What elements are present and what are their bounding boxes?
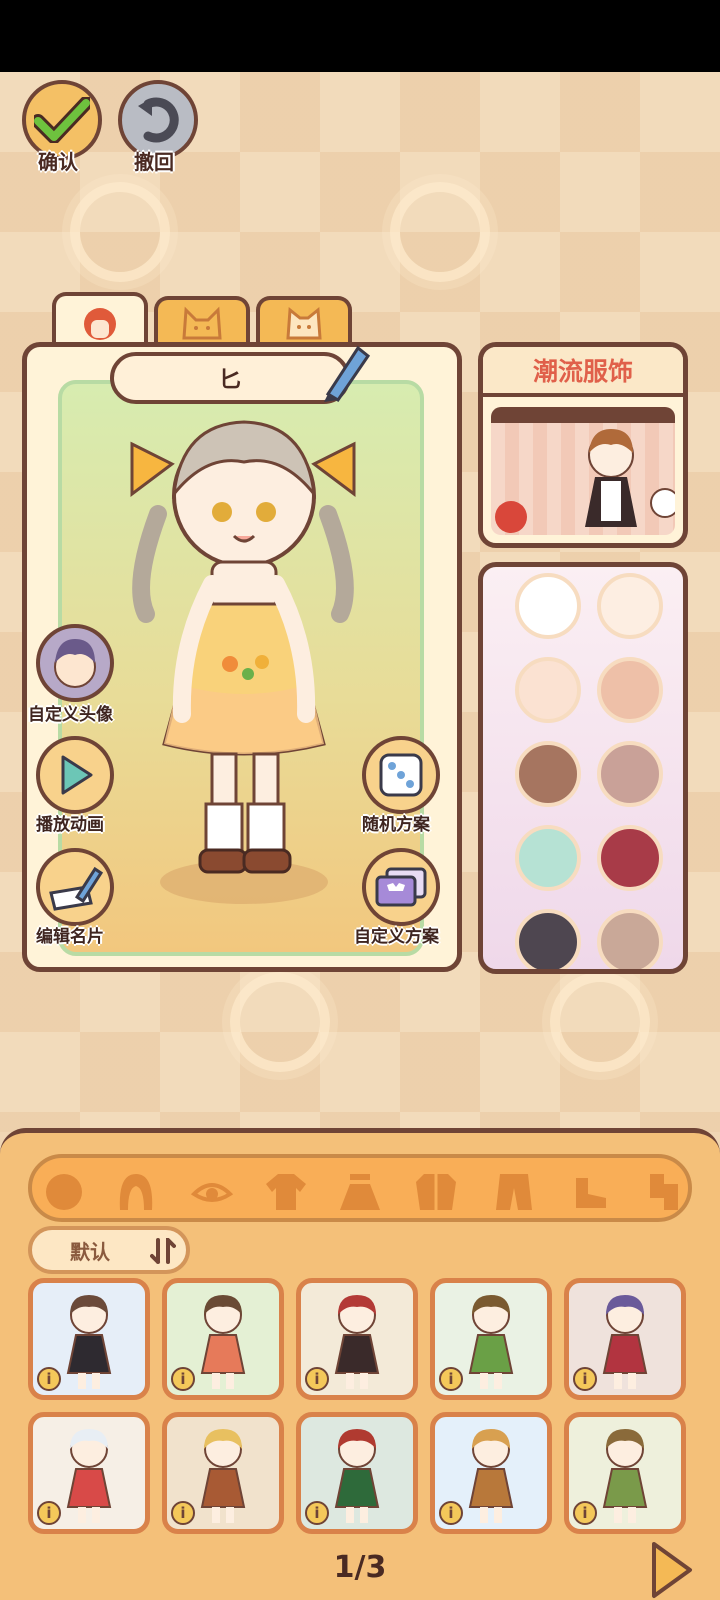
sort-button[interactable]: 默认 [28, 1226, 190, 1274]
accessory-icon[interactable] [644, 1170, 688, 1214]
cat-icon [182, 306, 222, 340]
outfit-preview [602, 1429, 648, 1523]
undo-label: 撤回 [134, 150, 174, 174]
character-name: 匕 [218, 368, 241, 393]
outfit-preview [200, 1295, 246, 1389]
tab-character[interactable] [52, 292, 148, 348]
edit-card-button[interactable] [36, 848, 114, 926]
category-bar [28, 1154, 692, 1222]
pants-icon[interactable] [492, 1170, 536, 1214]
outfit-info-icon[interactable]: i [171, 1501, 195, 1525]
outfit-card[interactable]: i [296, 1412, 418, 1534]
play-animation-label: 播放动画 [36, 815, 104, 835]
outfit-preview [66, 1295, 112, 1389]
edit-card-icon [49, 866, 103, 911]
skirt-icon[interactable] [338, 1170, 382, 1214]
outfit-card[interactable]: i [296, 1278, 418, 1400]
color-swatch[interactable] [597, 909, 663, 969]
wardrobe-cards-icon [375, 867, 427, 907]
sun-decoration [70, 182, 170, 282]
sun-decoration [390, 182, 490, 282]
outfit-preview [468, 1295, 514, 1389]
random-outfit-button[interactable] [362, 736, 440, 814]
outfit-card[interactable]: i [162, 1412, 284, 1534]
outfit-info-icon[interactable]: i [573, 1367, 597, 1391]
confirm-label: 确认 [38, 150, 78, 174]
custom-outfit-label: 自定义方案 [354, 927, 439, 947]
color-swatch[interactable] [515, 825, 581, 891]
outfit-preview [334, 1295, 380, 1389]
play-animation-button[interactable] [36, 736, 114, 814]
outfit-info-icon[interactable]: i [37, 1501, 61, 1525]
color-swatch[interactable] [515, 657, 581, 723]
skin-color-palette [478, 562, 688, 974]
outfit-preview [468, 1429, 514, 1523]
custom-avatar-button[interactable] [36, 624, 114, 702]
outfit-info-icon[interactable]: i [439, 1367, 463, 1391]
color-swatch[interactable] [597, 741, 663, 807]
trend-fashion-card[interactable]: 潮流服饰 [478, 342, 688, 548]
outfit-info-icon[interactable]: i [573, 1501, 597, 1525]
trend-preview-image [491, 407, 675, 535]
sort-toggle-icon [150, 1238, 176, 1264]
face-icon[interactable] [42, 1170, 86, 1214]
top-icon[interactable] [264, 1170, 308, 1214]
color-swatch[interactable] [515, 741, 581, 807]
undo-icon [138, 97, 179, 143]
play-icon [61, 755, 93, 795]
outfit-info-icon[interactable]: i [439, 1501, 463, 1525]
page-indicator: 1/3 [333, 1550, 387, 1585]
outfit-card[interactable]: i [430, 1412, 552, 1534]
status-bar [0, 0, 720, 72]
dice-icon [379, 753, 423, 797]
trend-title: 潮流服饰 [483, 347, 683, 397]
outfit-card[interactable]: i [162, 1278, 284, 1400]
next-page-icon[interactable] [648, 1540, 696, 1600]
sort-label: 默认 [70, 1239, 110, 1264]
trend-character-illustration [491, 407, 675, 533]
outfit-info-icon[interactable]: i [37, 1367, 61, 1391]
outfit-card[interactable]: i [28, 1278, 150, 1400]
outfit-card[interactable]: i [430, 1278, 552, 1400]
outfit-card[interactable]: i [564, 1278, 686, 1400]
checkmark-icon [34, 97, 90, 143]
color-swatch[interactable] [597, 825, 663, 891]
outfit-preview [602, 1295, 648, 1389]
avatar-icon [54, 639, 96, 688]
color-swatch[interactable] [597, 657, 663, 723]
outfit-preview [200, 1429, 246, 1523]
shoes-icon[interactable] [568, 1170, 612, 1214]
sun-decoration [550, 972, 650, 1072]
custom-outfit-button[interactable] [362, 848, 440, 926]
edit-card-label: 编辑名片 [36, 927, 104, 947]
outfit-preview [334, 1429, 380, 1523]
outfit-card[interactable]: i [564, 1412, 686, 1534]
custom-avatar-label: 自定义头像 [28, 705, 113, 725]
edit-name-pencil-icon[interactable] [318, 340, 370, 404]
outfit-info-icon[interactable]: i [305, 1367, 329, 1391]
outfit-info-icon[interactable]: i [305, 1501, 329, 1525]
sun-decoration [230, 972, 330, 1072]
outfit-card[interactable]: i [28, 1412, 150, 1534]
cat-face-icon [286, 307, 322, 340]
hair-icon[interactable] [114, 1170, 158, 1214]
eye-icon[interactable] [190, 1170, 234, 1214]
random-outfit-label: 随机方案 [362, 815, 430, 835]
coat-icon[interactable] [414, 1170, 458, 1214]
outfit-info-icon[interactable]: i [171, 1367, 195, 1391]
outfit-preview [66, 1429, 112, 1523]
person-icon [84, 308, 116, 340]
character-name-box[interactable]: 匕 [110, 352, 350, 404]
color-swatch[interactable] [597, 573, 663, 639]
tab-pet[interactable] [154, 296, 250, 346]
color-swatch[interactable] [515, 573, 581, 639]
color-swatch[interactable] [515, 909, 581, 969]
tab-pet-2[interactable] [256, 296, 352, 346]
